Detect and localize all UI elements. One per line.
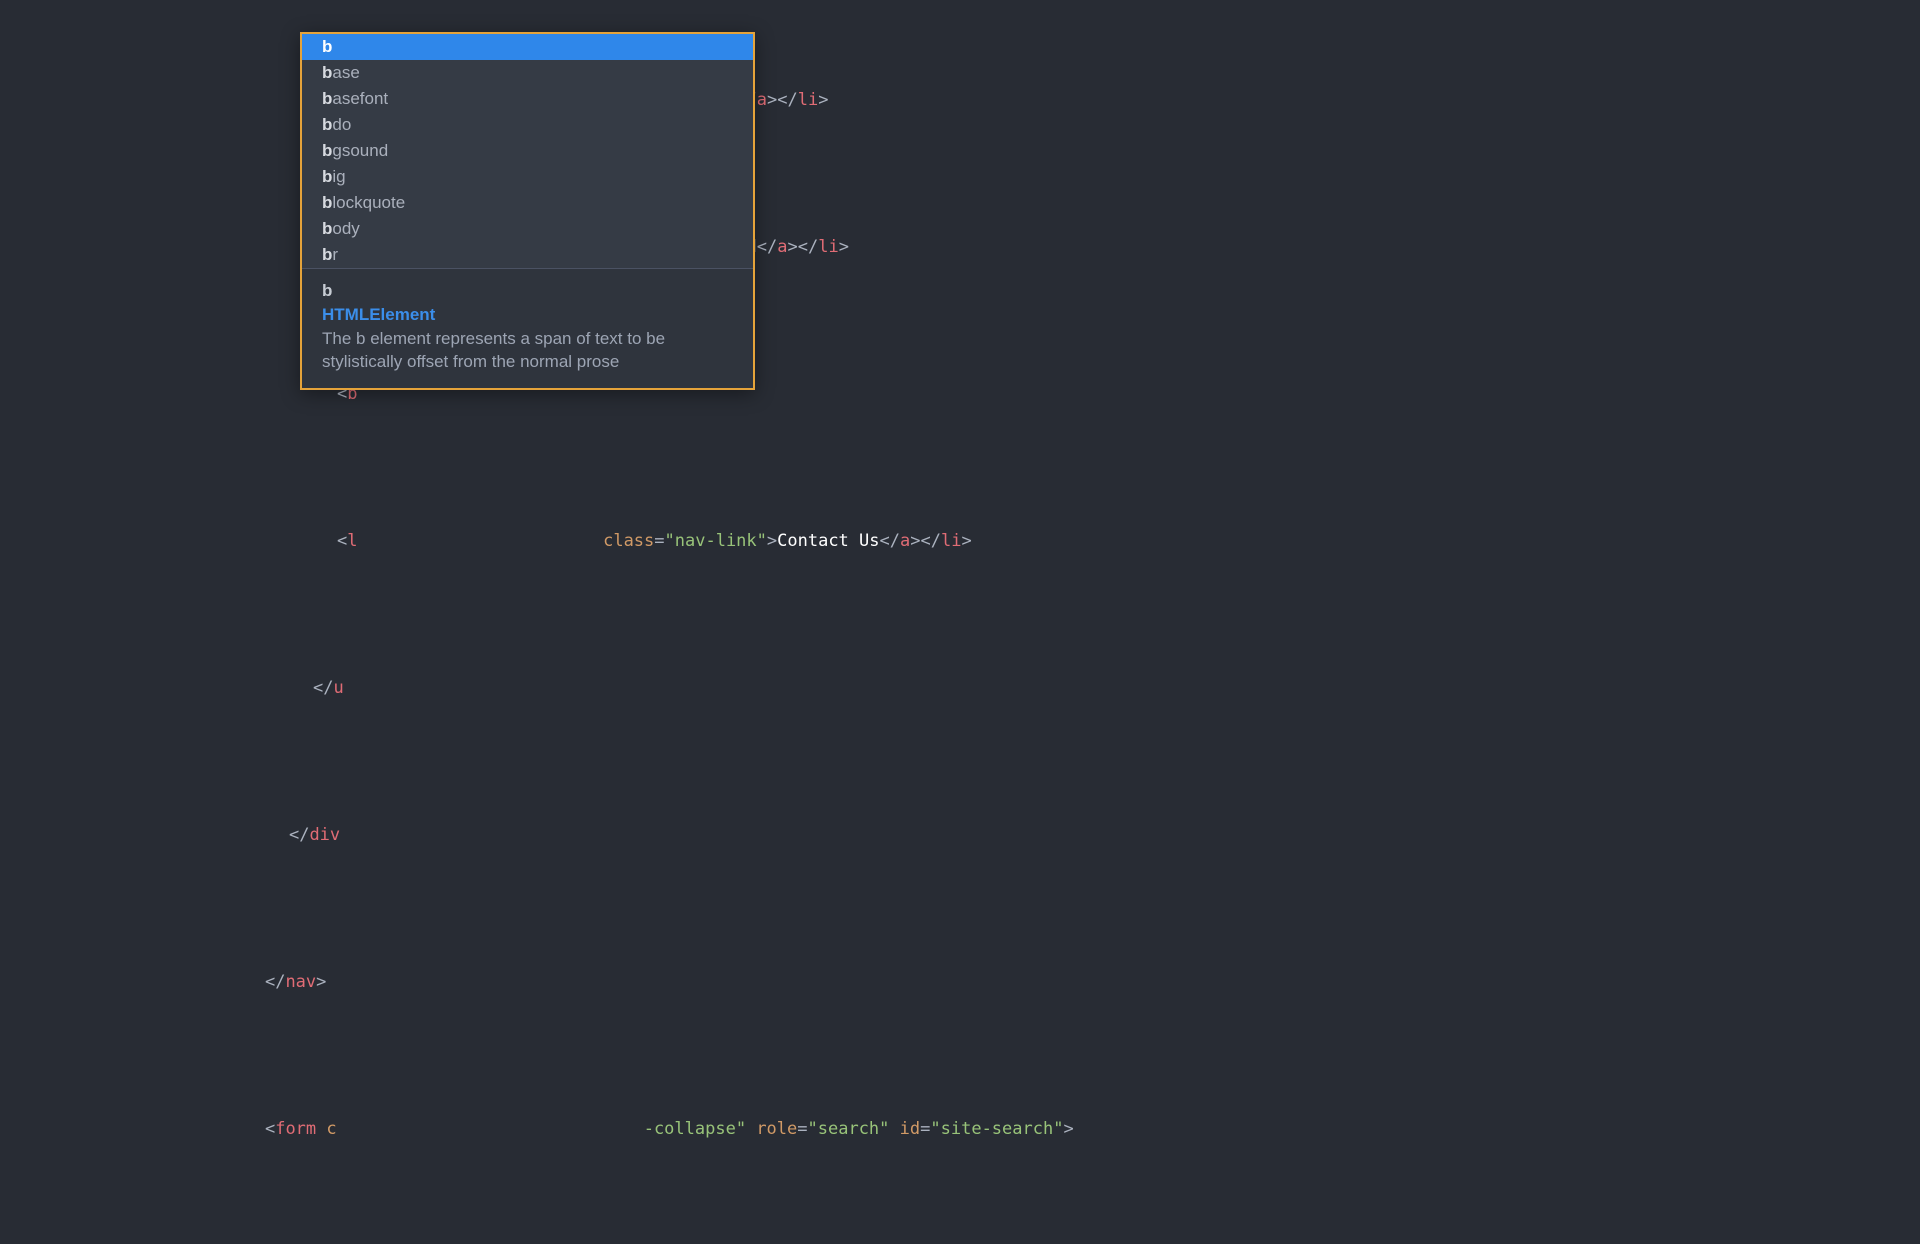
autocomplete-item[interactable]: body (302, 216, 753, 242)
code-line: </div> (200, 799, 1920, 873)
doc-tag-name: b (322, 279, 733, 303)
autocomplete-documentation: b HTMLElement The b element represents a… (302, 268, 753, 388)
code-line: <li><a href="#contact-us" class="nav-lin… (200, 505, 1920, 579)
autocomplete-popup: bbasebasefontbdobgsoundbigblockquotebody… (300, 32, 755, 390)
code-line: <div c (200, 1240, 1920, 1244)
doc-description: The b element represents a span of text … (322, 327, 733, 375)
autocomplete-item[interactable]: br (302, 242, 753, 268)
autocomplete-item[interactable]: bdo (302, 112, 753, 138)
autocomplete-item[interactable]: bgsound (302, 138, 753, 164)
autocomplete-list: bbasebasefontbdobgsoundbigblockquotebody… (302, 34, 753, 268)
doc-type: HTMLElement (322, 303, 733, 327)
autocomplete-item[interactable]: base (302, 60, 753, 86)
autocomplete-item[interactable]: basefont (302, 86, 753, 112)
code-line: </ul> (200, 652, 1920, 726)
code-line: <form class="form-inline navbar-form -co… (200, 1093, 1920, 1167)
autocomplete-item[interactable]: big (302, 164, 753, 190)
autocomplete-item[interactable]: blockquote (302, 190, 753, 216)
autocomplete-item[interactable]: b (302, 34, 753, 60)
code-line: </nav> (200, 946, 1920, 1020)
